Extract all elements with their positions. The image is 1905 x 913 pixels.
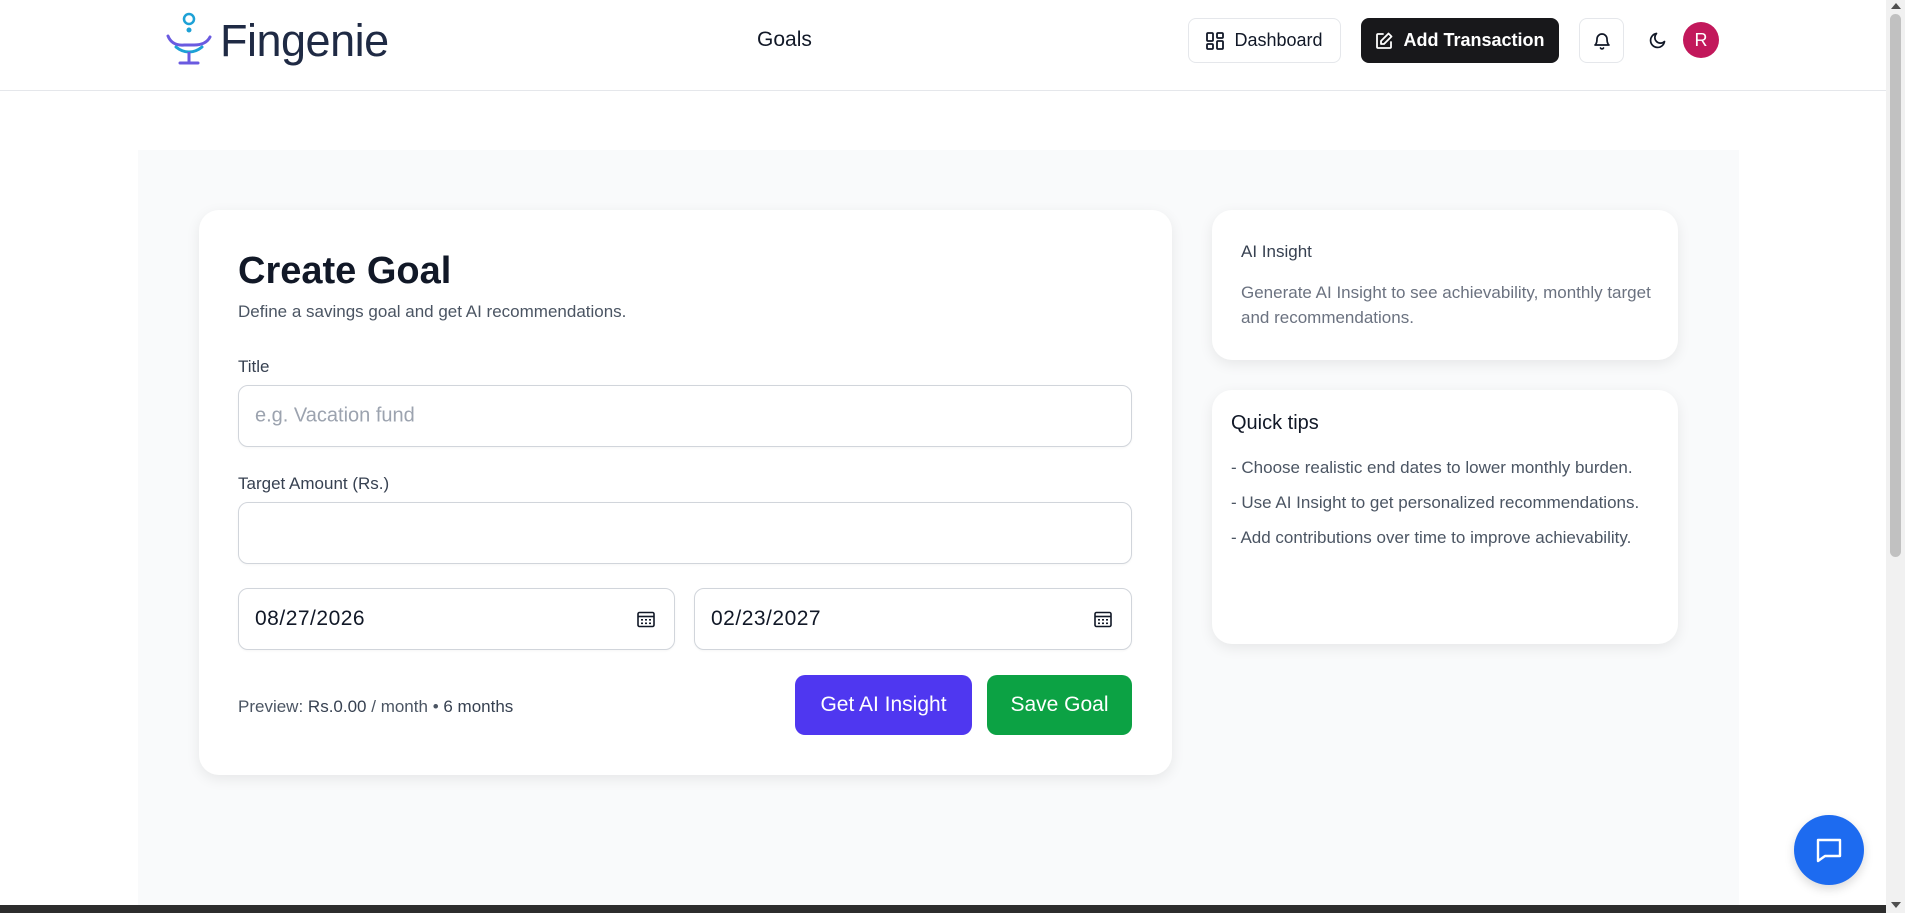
title-label: Title — [238, 357, 270, 376]
bell-icon — [1593, 32, 1610, 50]
calendar-icon[interactable] — [636, 609, 656, 629]
quick-tips-title: Quick tips — [1231, 412, 1319, 434]
page-title: Create Goal — [238, 250, 452, 292]
list-item: - Add contributions over time to improve… — [1231, 528, 1632, 547]
create-goal-card: Create Goal Define a savings goal and ge… — [199, 210, 1172, 775]
theme-toggle-button[interactable] — [1640, 22, 1676, 58]
list-item: - Choose realistic end dates to lower mo… — [1231, 458, 1633, 477]
quick-tips-card: Quick tips - Choose realistic end dates … — [1212, 390, 1678, 644]
page-nav-title: Goals — [757, 28, 812, 51]
dashboard-label: Dashboard — [1234, 30, 1323, 50]
edit-icon — [1376, 32, 1393, 49]
chat-bubble-icon — [1816, 838, 1842, 863]
ai-insight-title: AI Insight — [1241, 242, 1312, 261]
add-transaction-label: Add Transaction — [1403, 30, 1545, 50]
user-avatar[interactable]: R — [1683, 22, 1719, 58]
end-date-value: 02/23/2027 — [711, 607, 822, 630]
preview-per: / month — [371, 697, 428, 716]
vertical-scrollbar[interactable] — [1886, 0, 1905, 913]
ai-insight-card: AI Insight Generate AI Insight to see ac… — [1212, 210, 1678, 360]
monthly-preview: Preview: Rs.0.00 / month • 6 months — [238, 697, 513, 717]
title-placeholder: e.g. Vacation fund — [255, 404, 415, 427]
save-goal-button[interactable]: Save Goal — [987, 675, 1132, 735]
list-item: - Use AI Insight to get personalized rec… — [1231, 493, 1640, 512]
preview-amount: Rs.0.00 — [307, 697, 367, 716]
notifications-button[interactable] — [1579, 18, 1624, 63]
page-subtitle: Define a savings goal and get AI recomme… — [238, 302, 627, 321]
add-transaction-button[interactable]: Add Transaction — [1361, 18, 1559, 63]
scroll-up-arrow-icon[interactable] — [1891, 3, 1901, 9]
preview-months: 6 months — [443, 697, 514, 716]
dashboard-button[interactable]: Dashboard — [1188, 18, 1341, 63]
moon-icon — [1649, 32, 1666, 49]
preview-prefix: Preview: — [238, 697, 304, 716]
genie-lamp-icon — [166, 12, 212, 65]
calendar-icon[interactable] — [1093, 609, 1113, 629]
title-input[interactable]: e.g. Vacation fund — [238, 385, 1132, 447]
bottom-edge-bar — [0, 905, 1886, 913]
dashboard-grid-icon — [1206, 31, 1225, 50]
chat-button[interactable] — [1794, 815, 1864, 885]
get-ai-insight-button[interactable]: Get AI Insight — [795, 675, 972, 735]
scroll-thumb[interactable] — [1890, 14, 1901, 557]
target-amount-label: Target Amount (Rs.) — [238, 474, 390, 493]
preview-separator: • — [432, 697, 439, 716]
quick-tips-list: - Choose realistic end dates to lower mo… — [1231, 455, 1661, 560]
end-date-input[interactable]: 02/23/2027 — [694, 588, 1132, 650]
logo-text: Fingenie — [220, 14, 389, 66]
target-amount-input[interactable] — [238, 502, 1132, 564]
start-date-input[interactable]: 08/27/2026 — [238, 588, 675, 650]
ai-insight-body: Generate AI Insight to see achievability… — [1241, 283, 1651, 327]
top-header: Fingenie Goals Dashboard Add Transaction… — [0, 0, 1886, 91]
scroll-down-arrow-icon[interactable] — [1891, 902, 1901, 908]
logo[interactable]: Fingenie — [162, 10, 389, 68]
start-date-value: 08/27/2026 — [255, 607, 366, 630]
